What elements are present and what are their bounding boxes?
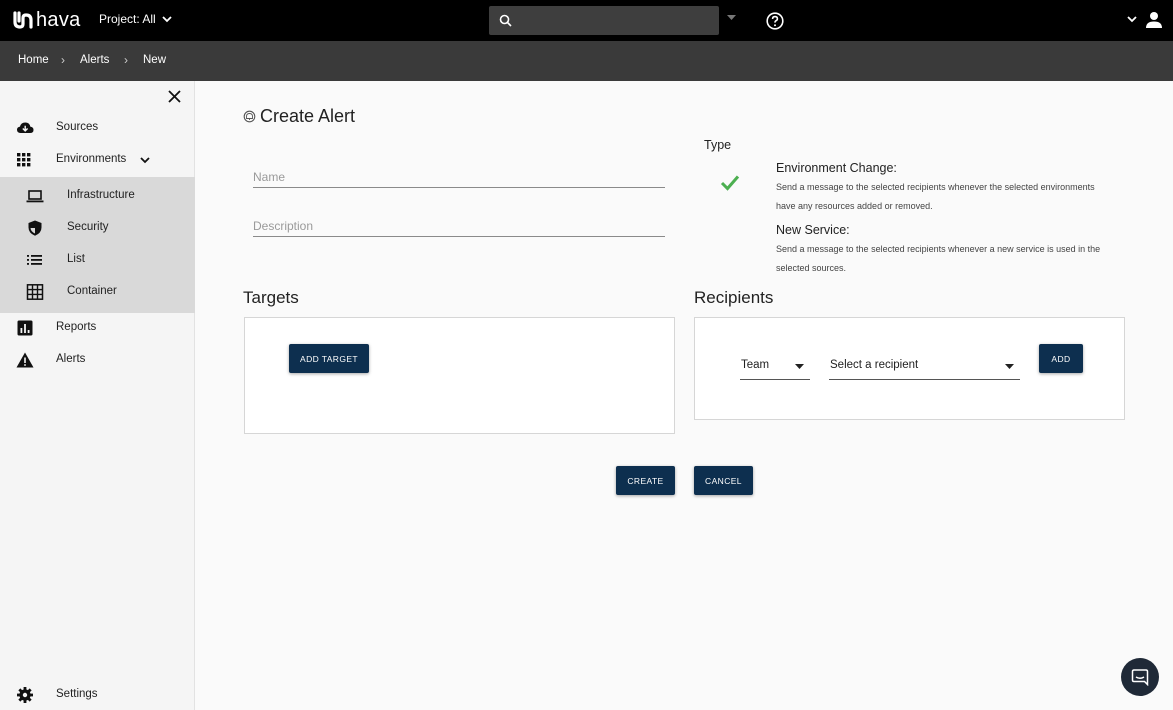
recipient-type-select[interactable]: Team (740, 356, 810, 380)
list-icon (27, 255, 42, 265)
dropdown-arrow-icon (795, 364, 804, 369)
checkmark-icon[interactable] (720, 174, 740, 192)
sidebar-item-reports[interactable]: Reports (0, 312, 195, 344)
recipient-type-value: Team (741, 359, 770, 371)
type-option-description: Send a message to the selected recipient… (776, 182, 1095, 211)
environments-submenu: Infrastructure Security List Container (0, 177, 195, 313)
dropdown-arrow-icon (1005, 364, 1014, 369)
hava-logo[interactable]: hava (12, 9, 81, 31)
sidebar-item-label: Settings (56, 688, 98, 700)
sidebar-item-label: Environments (56, 153, 127, 165)
sidebar-item-label: List (67, 253, 85, 265)
warning-icon (16, 352, 34, 368)
type-option-new-service[interactable]: New Service: (776, 223, 850, 237)
breadcrumb-separator: › (124, 53, 128, 67)
cloud-download-icon (17, 122, 34, 133)
targets-heading: Targets (243, 288, 299, 307)
search-input[interactable] (489, 6, 719, 35)
cancel-button[interactable]: CANCEL (694, 466, 753, 495)
name-input[interactable] (253, 170, 665, 184)
close-icon[interactable] (168, 90, 181, 103)
sidebar-item-security[interactable]: Security (0, 212, 195, 244)
sidebar-item-environments[interactable]: Environments (0, 144, 195, 176)
sidebar-item-infrastructure[interactable]: Infrastructure (0, 180, 195, 212)
chat-launcher[interactable] (1121, 658, 1159, 696)
add-target-button[interactable]: ADD TARGET (289, 344, 369, 373)
alert-bell-icon (243, 110, 256, 123)
sidebar-item-settings[interactable]: Settings (0, 679, 195, 710)
sidebar: Sources Environments Infrastructure Secu… (0, 81, 195, 710)
add-recipient-button[interactable]: ADD (1039, 344, 1083, 373)
sidebar-item-label: Infrastructure (67, 189, 135, 201)
project-selector[interactable]: Project: All (99, 12, 172, 26)
table-grid-icon (26, 284, 44, 300)
sidebar-item-label: Container (67, 285, 117, 297)
chevron-down-icon (140, 157, 150, 164)
bar-chart-icon (17, 320, 33, 336)
project-label: Project: All (99, 12, 156, 26)
breadcrumb-alerts[interactable]: Alerts (80, 54, 109, 66)
description-input[interactable] (253, 219, 665, 233)
recipient-select-value: Select a recipient (830, 359, 919, 371)
breadcrumb-separator: › (61, 53, 65, 67)
grid-icon (17, 153, 31, 167)
gear-icon (17, 687, 33, 703)
search-dropdown-icon[interactable] (727, 15, 736, 20)
chat-icon (1131, 669, 1149, 686)
chevron-down-icon[interactable] (1127, 16, 1137, 23)
page-title-text: Create Alert (260, 106, 356, 126)
breadcrumb-home[interactable]: Home (18, 54, 49, 66)
type-option-description: Send a message to the selected recipient… (776, 244, 1101, 273)
chevron-down-icon (162, 15, 172, 22)
hava-logo-icon (13, 11, 33, 29)
type-option-environment-change[interactable]: Environment Change: (776, 161, 897, 175)
shield-icon (28, 220, 42, 236)
top-bar: hava Project: All (0, 0, 1173, 41)
breadcrumb-new: New (143, 54, 167, 66)
page-title: Create Alert (243, 106, 355, 127)
name-field[interactable] (253, 168, 665, 188)
sidebar-item-alerts[interactable]: Alerts (0, 344, 195, 376)
recipients-heading: Recipients (694, 288, 774, 307)
sidebar-item-label: Reports (56, 321, 97, 333)
sidebar-item-label: Security (67, 221, 109, 233)
type-label: Type (704, 138, 732, 152)
sidebar-item-container[interactable]: Container (0, 276, 195, 308)
breadcrumb: Home › Alerts › New (0, 41, 1173, 81)
description-field[interactable] (253, 217, 665, 237)
sidebar-item-list[interactable]: List (0, 244, 195, 276)
laptop-icon (26, 190, 44, 203)
help-icon[interactable] (766, 12, 784, 30)
sidebar-item-label: Alerts (56, 353, 86, 365)
sidebar-item-sources[interactable]: Sources (0, 112, 195, 144)
create-button[interactable]: CREATE (616, 466, 675, 495)
logo-text: hava (36, 8, 81, 31)
sidebar-item-label: Sources (56, 121, 99, 133)
user-account-icon[interactable] (1145, 11, 1163, 29)
targets-panel: ADD TARGET (244, 317, 675, 434)
search-icon (499, 14, 512, 27)
recipient-select[interactable]: Select a recipient (829, 356, 1020, 380)
